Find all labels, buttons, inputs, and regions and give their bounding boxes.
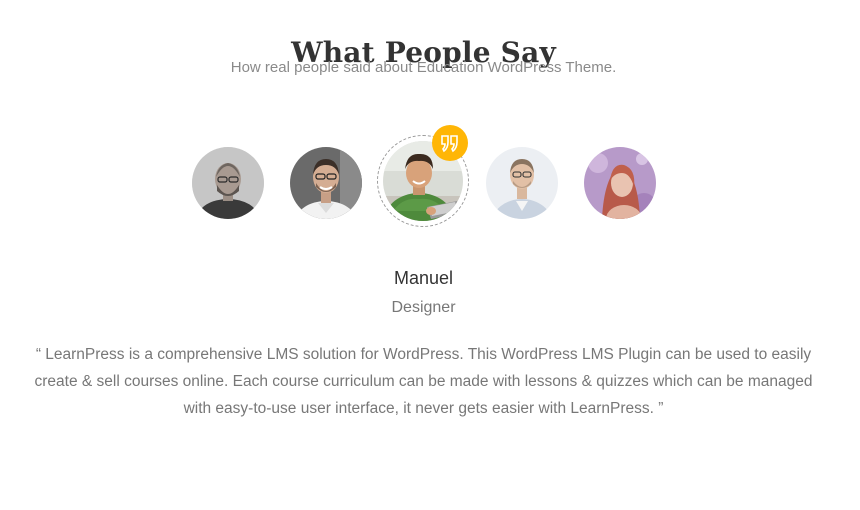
avatar-photo: [486, 147, 558, 219]
testimonial-avatar-1[interactable]: [192, 147, 264, 219]
avatar-photo: [290, 147, 362, 219]
avatar-photo: [584, 147, 656, 219]
testimonial-avatar-4[interactable]: [486, 147, 558, 219]
testimonial-role: Designer: [391, 299, 456, 316]
testimonial-avatar-2[interactable]: [290, 147, 362, 219]
testimonial-name: Manuel: [393, 268, 454, 288]
testimonial-avatar-carousel: [0, 0, 860, 240]
testimonial-quote: “ LearnPress is a comprehensive LMS solu…: [34, 346, 813, 417]
testimonial-avatar-5[interactable]: [584, 147, 656, 219]
quote-icon: [432, 125, 468, 161]
avatar-photo: [192, 147, 264, 219]
